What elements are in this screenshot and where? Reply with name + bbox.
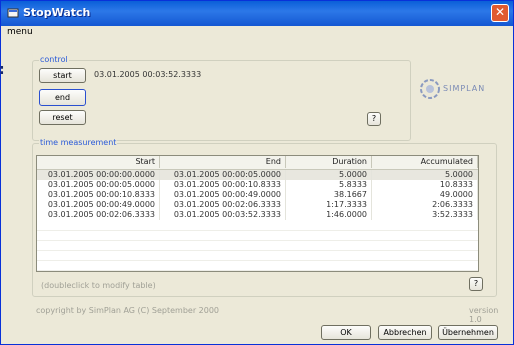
cell-end: 03.01.2005 00:00:10.8333	[160, 180, 286, 190]
apply-label: Übernehmen	[442, 328, 494, 337]
title-bar: StopWatch ✕	[1, 1, 513, 26]
simplan-logo-icon	[420, 79, 440, 99]
window-title: StopWatch	[23, 6, 91, 19]
time-table[interactable]: Start End Duration Accumulated 03.01.200…	[36, 155, 479, 272]
cell-start: 03.01.2005 00:00:10.8333	[37, 190, 160, 200]
simplan-logo: SIMPLAN	[419, 76, 489, 104]
control-help-button[interactable]: ?	[367, 112, 381, 126]
cell-end: 03.01.2005 00:00:05.0000	[160, 170, 286, 180]
close-button[interactable]: ✕	[491, 4, 509, 22]
cell-duration: 5.8333	[286, 180, 372, 190]
copyright-text: copyright by SimPlan AG (C) September 20…	[36, 306, 220, 315]
cell-start: 03.01.2005 00:00:49.0000	[37, 200, 160, 210]
cell-start: 03.01.2005 00:00:00.0000	[37, 170, 160, 180]
logo-text: SIMPLAN	[443, 84, 486, 93]
table-row[interactable]: 03.01.2005 00:02:06.3333 03.01.2005 00:0…	[37, 210, 478, 220]
help-icon: ?	[371, 114, 377, 123]
control-group: control	[32, 55, 411, 141]
cell-duration: 1:17.3333	[286, 200, 372, 210]
table-help-button[interactable]: ?	[469, 277, 483, 291]
stopwatch-window: StopWatch ✕ menu : control start end res…	[0, 0, 514, 345]
side-mark: :	[0, 62, 5, 78]
current-timestamp: 03.01.2005 00:03:52.3333	[94, 70, 202, 79]
cell-start: 03.01.2005 00:00:05.0000	[37, 180, 160, 190]
control-legend: control	[39, 55, 69, 64]
reset-button[interactable]: reset	[39, 110, 86, 125]
menu-item[interactable]: menu	[7, 27, 33, 37]
column-header-accumulated[interactable]: Accumulated	[372, 156, 478, 168]
ok-label: OK	[340, 328, 352, 337]
cancel-label: Abbrechen	[383, 328, 427, 337]
end-label: end	[54, 93, 71, 102]
table-header: Start End Duration Accumulated	[37, 156, 478, 170]
cell-duration: 1:46.0000	[286, 210, 372, 220]
cell-accumulated: 2:06.3333	[372, 200, 478, 210]
apply-button[interactable]: Übernehmen	[438, 325, 498, 340]
start-button[interactable]: start	[39, 68, 86, 83]
cell-end: 03.01.2005 00:02:06.3333	[160, 200, 286, 210]
cell-accumulated: 3:52.3333	[372, 210, 478, 220]
app-icon	[7, 8, 19, 18]
table-row[interactable]: 03.01.2005 00:00:49.0000 03.01.2005 00:0…	[37, 200, 478, 210]
table-row[interactable]: 03.01.2005 00:00:10.8333 03.01.2005 00:0…	[37, 190, 478, 200]
time-measurement-legend: time measurement	[39, 138, 118, 147]
start-label: start	[53, 71, 72, 80]
column-header-start[interactable]: Start	[37, 156, 160, 168]
cell-accumulated: 5.0000	[372, 170, 478, 180]
version-text: version 1.0	[469, 306, 499, 324]
table-hint: (doubleclick to modify table)	[41, 281, 156, 290]
cell-accumulated: 49.0000	[372, 190, 478, 200]
empty-row	[37, 260, 478, 271]
menu-bar: menu	[1, 26, 513, 40]
ok-button[interactable]: OK	[321, 325, 371, 340]
help-icon: ?	[473, 279, 479, 288]
end-button[interactable]: end	[39, 89, 86, 106]
cell-duration: 38.1667	[286, 190, 372, 200]
cell-duration: 5.0000	[286, 170, 372, 180]
table-row[interactable]: 03.01.2005 00:00:05.0000 03.01.2005 00:0…	[37, 180, 478, 190]
cancel-button[interactable]: Abbrechen	[378, 325, 432, 340]
cell-start: 03.01.2005 00:02:06.3333	[37, 210, 160, 220]
cell-end: 03.01.2005 00:00:49.0000	[160, 190, 286, 200]
column-header-end[interactable]: End	[160, 156, 286, 168]
reset-label: reset	[52, 113, 73, 122]
cell-accumulated: 10.8333	[372, 180, 478, 190]
column-header-duration[interactable]: Duration	[286, 156, 372, 168]
cell-end: 03.01.2005 00:03:52.3333	[160, 210, 286, 220]
table-row[interactable]: 03.01.2005 00:00:00.0000 03.01.2005 00:0…	[37, 170, 478, 180]
